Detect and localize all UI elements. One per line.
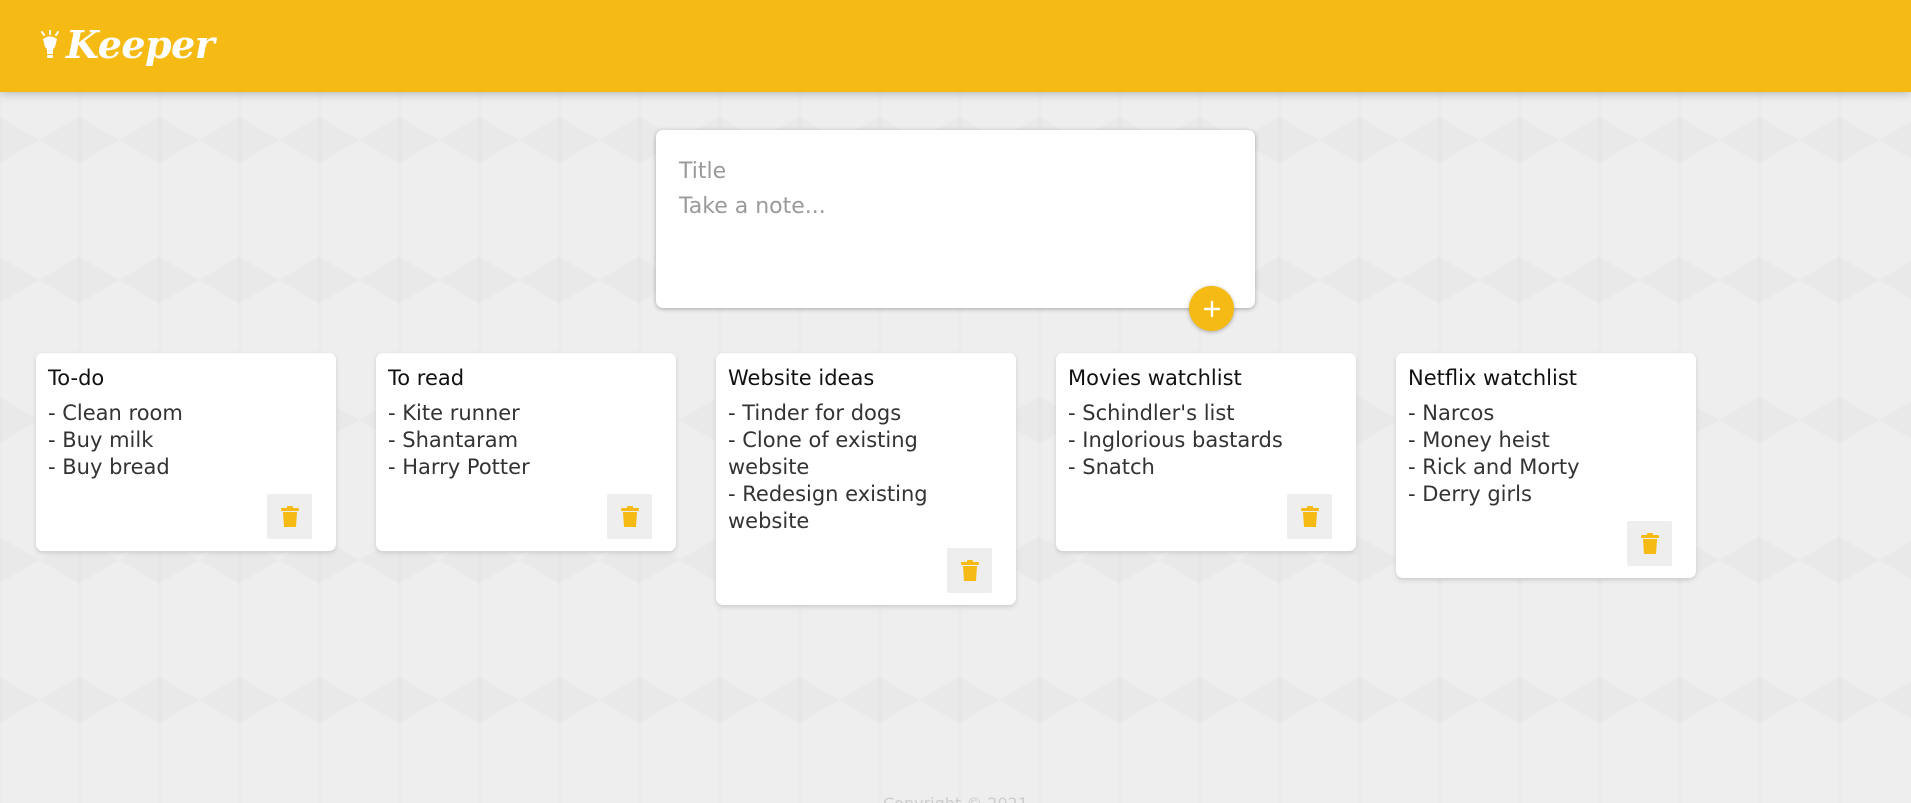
note-title: To-do [48, 366, 105, 390]
delete-note-button[interactable] [1287, 494, 1332, 539]
delete-note-button[interactable] [947, 548, 992, 593]
delete-note-button[interactable] [267, 494, 312, 539]
note-title: Website ideas [728, 366, 875, 390]
app-logo: Keeper [38, 22, 215, 67]
note-card: Movies watchlist - Schindler's list - In… [1056, 353, 1356, 551]
plus-icon [1203, 300, 1220, 317]
trash-icon [280, 505, 299, 527]
note-title: To read [388, 366, 465, 390]
note-content: - Narcos - Money heist - Rick and Morty … [1408, 401, 1580, 507]
trash-icon [620, 505, 639, 527]
trash-icon [1300, 505, 1319, 527]
note-composer [656, 130, 1255, 308]
note-title: Netflix watchlist [1408, 366, 1578, 390]
trash-icon [960, 559, 979, 581]
trash-icon [1640, 532, 1659, 554]
note-card: To-do - Clean room - Buy milk - Buy brea… [36, 353, 336, 551]
note-title: Movies watchlist [1068, 366, 1242, 390]
note-card: Website ideas - Tinder for dogs - Clone … [716, 353, 1016, 605]
note-content: - Tinder for dogs - Clone of existing we… [728, 401, 928, 534]
app-header: Keeper [0, 0, 1911, 92]
lightbulb-icon [41, 29, 59, 58]
delete-note-button[interactable] [607, 494, 652, 539]
copyright-text: Copyright © 2021 [883, 794, 1028, 803]
note-content: - Schindler's list - Inglorious bastards… [1068, 401, 1283, 480]
add-note-button[interactable] [1189, 286, 1234, 331]
note-content: - Clean room - Buy milk - Buy bread [48, 401, 183, 480]
app-title: Keeper [66, 22, 215, 67]
note-title-input[interactable] [679, 154, 1219, 188]
note-card: To read - Kite runner - Shantaram - Harr… [376, 353, 676, 551]
delete-note-button[interactable] [1627, 521, 1672, 566]
note-card: Netflix watchlist - Narcos - Money heist… [1396, 353, 1696, 578]
note-content-input[interactable] [679, 194, 1219, 274]
note-content: - Kite runner - Shantaram - Harry Potter [388, 401, 530, 480]
page-footer: Copyright © 2021 [0, 794, 1911, 803]
